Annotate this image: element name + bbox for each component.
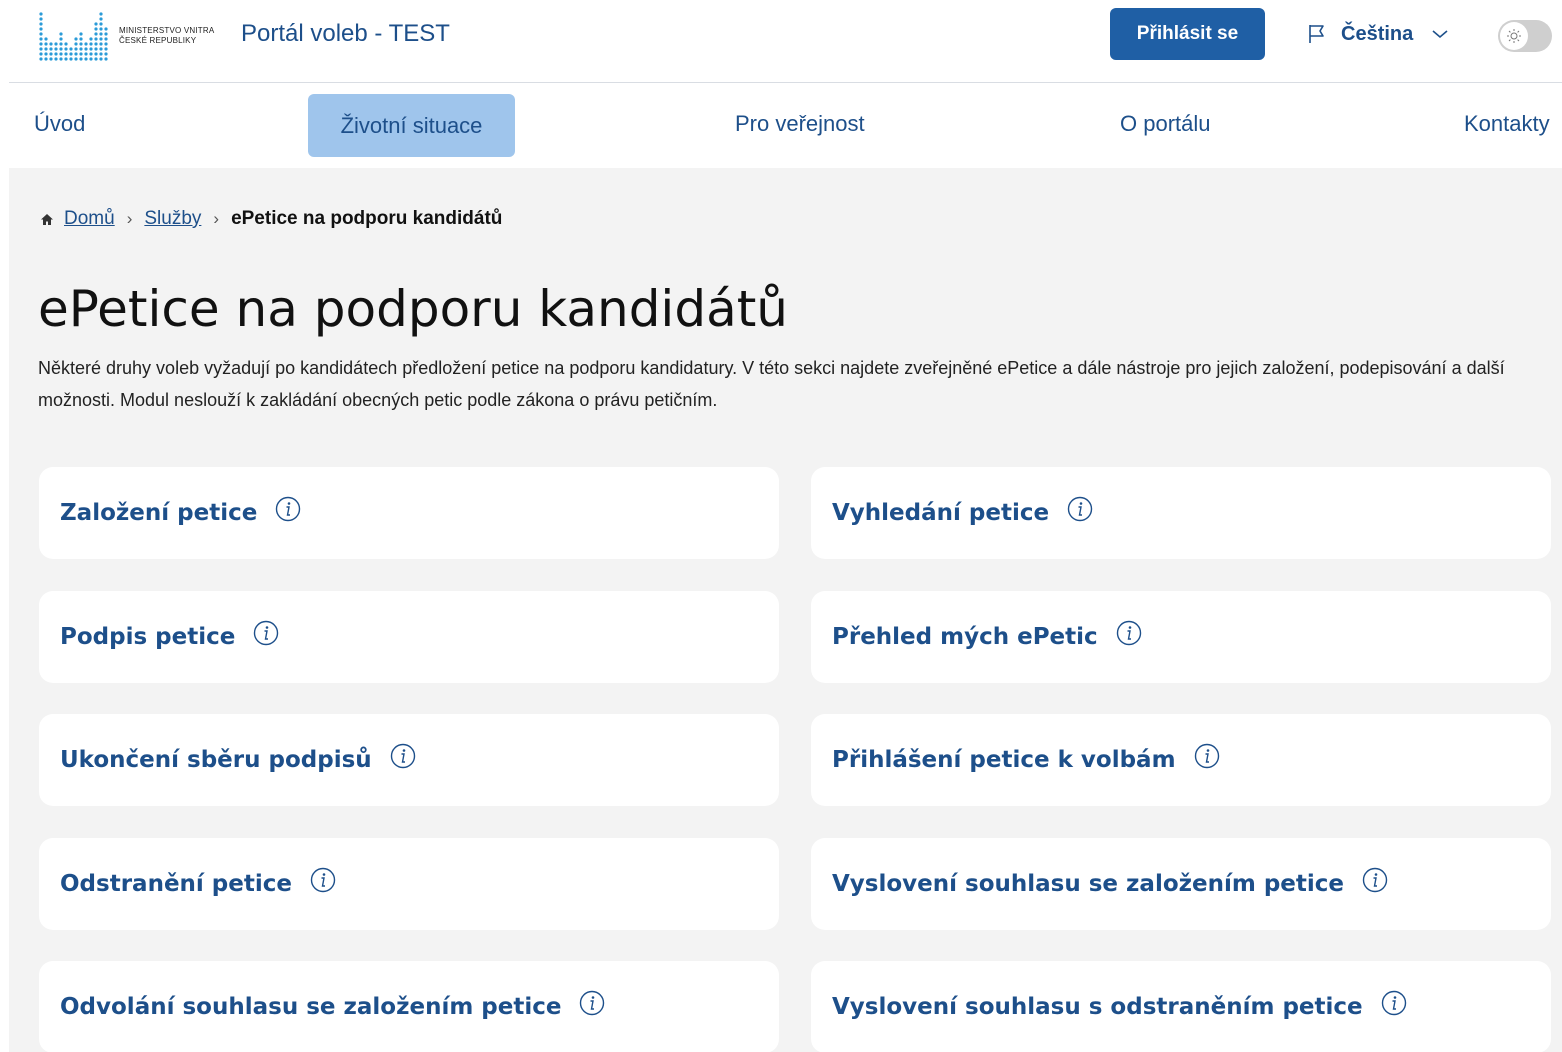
card-label: Odvolání souhlasu se založením petice: [60, 994, 562, 1020]
info-icon[interactable]: [1067, 496, 1093, 522]
nav-item-pro-verejnost[interactable]: Pro veřejnost: [735, 111, 865, 137]
card-vyhledani-petice[interactable]: Vyhledání petice: [811, 467, 1551, 559]
ministry-logo[interactable]: [38, 8, 110, 62]
nav-item-zivotni-situace[interactable]: Životní situace: [308, 94, 515, 157]
card-prehled-mych-epetic[interactable]: Přehled mých ePetic: [811, 591, 1551, 683]
card-odvolani-souhlasu-se-zalozenim[interactable]: Odvolání souhlasu se založením petice: [39, 961, 779, 1052]
flag-icon: [1307, 23, 1327, 45]
portal-title[interactable]: Portál voleb - TEST: [241, 20, 450, 48]
nav-item-o-portalu[interactable]: O portálu: [1120, 111, 1211, 137]
ministry-name-line1: MINISTERSTVO VNITRA: [119, 26, 215, 35]
breadcrumb-home-link[interactable]: Domů: [64, 208, 115, 230]
card-vysloveni-souhlasu-s-odstranenim[interactable]: Vyslovení souhlasu s odstraněním petice: [811, 961, 1551, 1052]
info-icon[interactable]: [1381, 990, 1407, 1016]
info-icon[interactable]: [310, 867, 336, 893]
nav-item-kontakty[interactable]: Kontakty: [1464, 111, 1550, 137]
breadcrumb: Domů › Služby › ePetice na podporu kandi…: [40, 208, 502, 230]
nav-item-uvod[interactable]: Úvod: [34, 111, 85, 137]
chevron-down-icon: [1431, 28, 1449, 40]
info-icon[interactable]: [390, 743, 416, 769]
card-podpis-petice[interactable]: Podpis petice: [39, 591, 779, 683]
card-odstraneni-petice[interactable]: Odstranění petice: [39, 838, 779, 930]
info-icon[interactable]: [1116, 620, 1142, 646]
card-prihlaseni-petice-k-volbam[interactable]: Přihlášení petice k volbám: [811, 714, 1551, 806]
info-icon[interactable]: [275, 496, 301, 522]
card-label: Vyslovení souhlasu s odstraněním petice: [832, 994, 1363, 1020]
card-label: Ukončení sběru podpisů: [60, 747, 372, 773]
card-label: Přihlášení petice k volbám: [832, 747, 1176, 773]
info-icon[interactable]: [253, 620, 279, 646]
card-label: Vyslovení souhlasu se založením petice: [832, 871, 1345, 897]
card-vysloveni-souhlasu-se-zalozenim[interactable]: Vyslovení souhlasu se založením petice: [811, 838, 1551, 930]
card-label: Přehled mých ePetic: [832, 624, 1098, 650]
info-icon[interactable]: [579, 990, 605, 1016]
main-nav: Úvod Životní situace Pro veřejnost O por…: [0, 83, 1562, 168]
card-label: Vyhledání petice: [832, 500, 1050, 526]
card-label: Založení petice: [60, 500, 258, 526]
card-ukonceni-sberu-podpisu[interactable]: Ukončení sběru podpisů: [39, 714, 779, 806]
language-label: Čeština: [1341, 22, 1414, 45]
page-title: ePetice na podporu kandidátů: [38, 280, 788, 338]
home-icon[interactable]: [40, 213, 54, 226]
chevron-right-icon: ›: [213, 209, 220, 228]
card-label: Podpis petice: [60, 624, 236, 650]
sun-icon: [1500, 22, 1528, 50]
page-intro: Některé druhy voleb vyžadují po kandidát…: [38, 358, 1505, 410]
card-zalozeni-petice[interactable]: Založení petice: [39, 467, 779, 559]
theme-toggle[interactable]: [1498, 20, 1552, 52]
breadcrumb-current: ePetice na podporu kandidátů: [231, 208, 503, 229]
info-icon[interactable]: [1194, 743, 1220, 769]
login-button[interactable]: Přihlásit se: [1110, 8, 1265, 60]
card-label: Odstranění petice: [60, 871, 292, 897]
breadcrumb-services-link[interactable]: Služby: [144, 208, 201, 230]
ministry-name: MINISTERSTVO VNITRA ČESKÉ REPUBLIKY: [119, 26, 214, 46]
info-icon[interactable]: [1362, 867, 1388, 893]
site-header: MINISTERSTVO VNITRA ČESKÉ REPUBLIKY Port…: [0, 0, 1562, 82]
ministry-name-line2: ČESKÉ REPUBLIKY: [119, 36, 197, 45]
language-selector[interactable]: Čeština: [1307, 20, 1449, 48]
chevron-right-icon: ›: [126, 209, 133, 228]
